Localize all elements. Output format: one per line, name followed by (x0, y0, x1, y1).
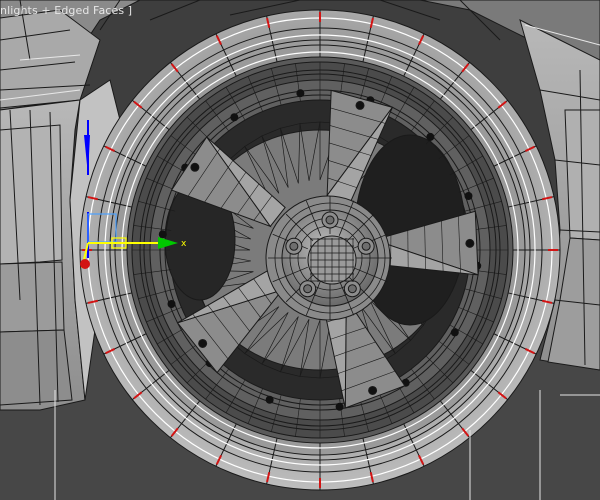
viewport-shading-label[interactable]: nlights + Edged Faces ] (0, 4, 132, 17)
gizmo-y-handle[interactable] (80, 259, 90, 269)
viewport-canvas[interactable]: x (0, 0, 600, 500)
3d-viewport[interactable]: x nlights + Edged Faces ] (0, 0, 600, 500)
svg-text:x: x (181, 239, 187, 249)
wheel-hub (265, 195, 392, 321)
